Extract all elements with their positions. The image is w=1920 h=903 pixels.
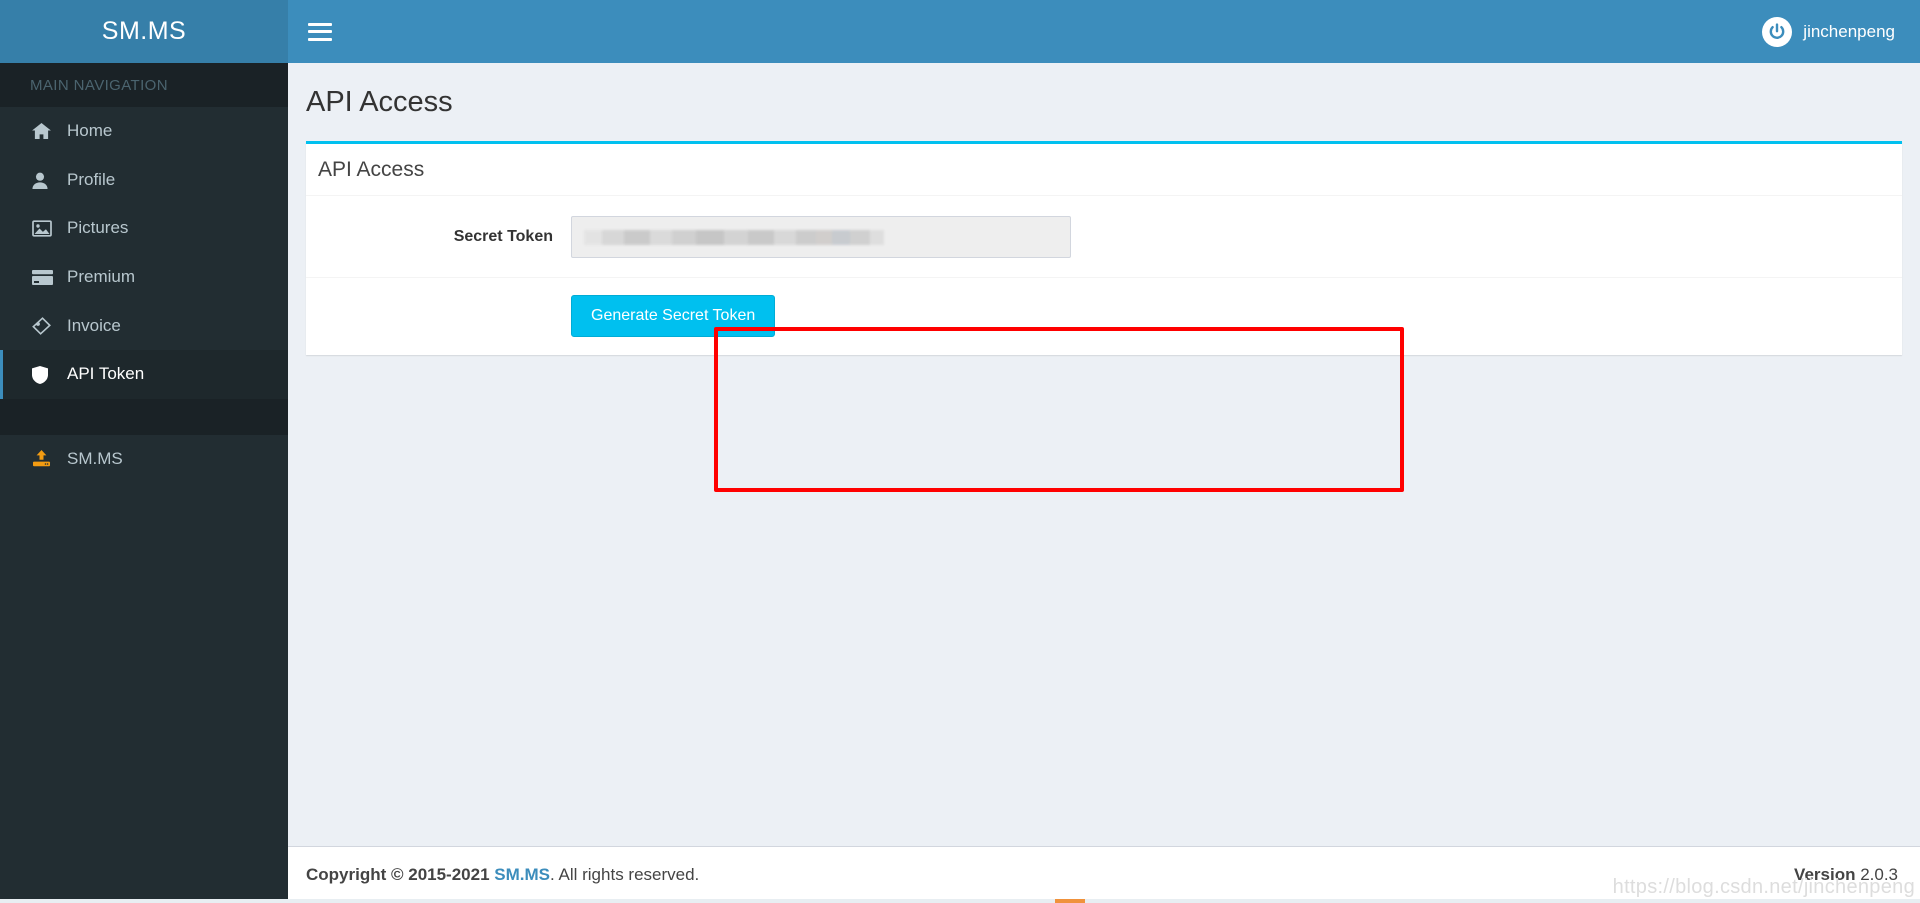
home-icon [32, 122, 54, 140]
box-title: API Access [318, 158, 425, 181]
sidebar-item-pictures[interactable]: Pictures [0, 204, 288, 253]
redacted-token-value [584, 229, 884, 245]
app-root: SM.MS MAIN NAVIGATION Home Profile Pictu… [0, 0, 1920, 903]
generate-secret-token-button[interactable]: Generate Secret Token [571, 295, 776, 337]
credit-card-icon [32, 269, 54, 285]
watermark-text: https://blog.csdn.net/jinchenpeng [1612, 876, 1915, 898]
sidebar-item-label: Home [67, 121, 113, 140]
secret-token-input[interactable] [571, 215, 1071, 258]
footer: Copyright © 2015-2021 SM.MS. All rights … [288, 846, 1920, 903]
bottom-scrollbar[interactable] [0, 899, 1920, 903]
topbar: jinchenpeng [288, 0, 1920, 63]
sidebar-item-label: Invoice [67, 315, 121, 335]
secret-token-row: Secret Token [306, 195, 1902, 277]
sidebar-nav: Home Profile Pictures Premium Invoice AP… [0, 107, 288, 903]
sidebar-item-home[interactable]: Home [0, 107, 288, 156]
user-icon [32, 172, 54, 189]
tag-icon [32, 317, 54, 335]
image-icon [32, 220, 54, 237]
upload-icon [32, 450, 54, 468]
shield-icon [32, 365, 54, 384]
main-area: jinchenpeng API Access API Access Secret… [288, 0, 1920, 903]
sidebar-item-label: SM.MS [67, 449, 123, 469]
sidebar-logo[interactable]: SM.MS [0, 0, 288, 63]
sidebar-nav-header: MAIN NAVIGATION [0, 63, 288, 107]
content-body: API Access Secret Token Generate Secret … [288, 141, 1920, 846]
sidebar-item-label: Pictures [67, 218, 129, 238]
user-menu[interactable]: jinchenpeng [1746, 0, 1920, 63]
sidebar-item-label: API Token [67, 364, 145, 384]
sidebar-separator [0, 399, 288, 436]
sidebar-item-api-token[interactable]: API Token [0, 350, 288, 400]
hamburger-icon[interactable] [308, 21, 336, 43]
generate-token-row: Generate Secret Token [306, 277, 1902, 355]
sidebar-item-smms-upload[interactable]: SM.MS [0, 435, 288, 484]
smms-brand-link[interactable]: SM.MS [494, 865, 550, 884]
copyright-prefix: Copyright © 2015-2021 [306, 865, 495, 884]
sidebar-item-invoice[interactable]: Invoice [0, 302, 288, 351]
copyright-text: Copyright © 2015-2021 SM.MS. All rights … [306, 865, 699, 885]
sidebar: SM.MS MAIN NAVIGATION Home Profile Pictu… [0, 0, 288, 903]
sidebar-item-premium[interactable]: Premium [0, 253, 288, 302]
username-label: jinchenpeng [1803, 21, 1895, 41]
page-title: API Access [306, 86, 453, 118]
page-header: API Access [288, 63, 1920, 141]
scrollbar-thumb[interactable] [1055, 899, 1085, 903]
sidebar-item-label: Premium [67, 267, 136, 287]
copyright-suffix: . All rights reserved. [550, 865, 700, 884]
power-icon [1762, 16, 1793, 47]
sidebar-item-profile[interactable]: Profile [0, 156, 288, 205]
secret-token-control [571, 215, 1902, 258]
api-access-box: API Access Secret Token Generate Secret … [306, 141, 1902, 355]
sidebar-item-label: Profile [67, 169, 116, 189]
secret-token-label: Secret Token [453, 227, 553, 245]
